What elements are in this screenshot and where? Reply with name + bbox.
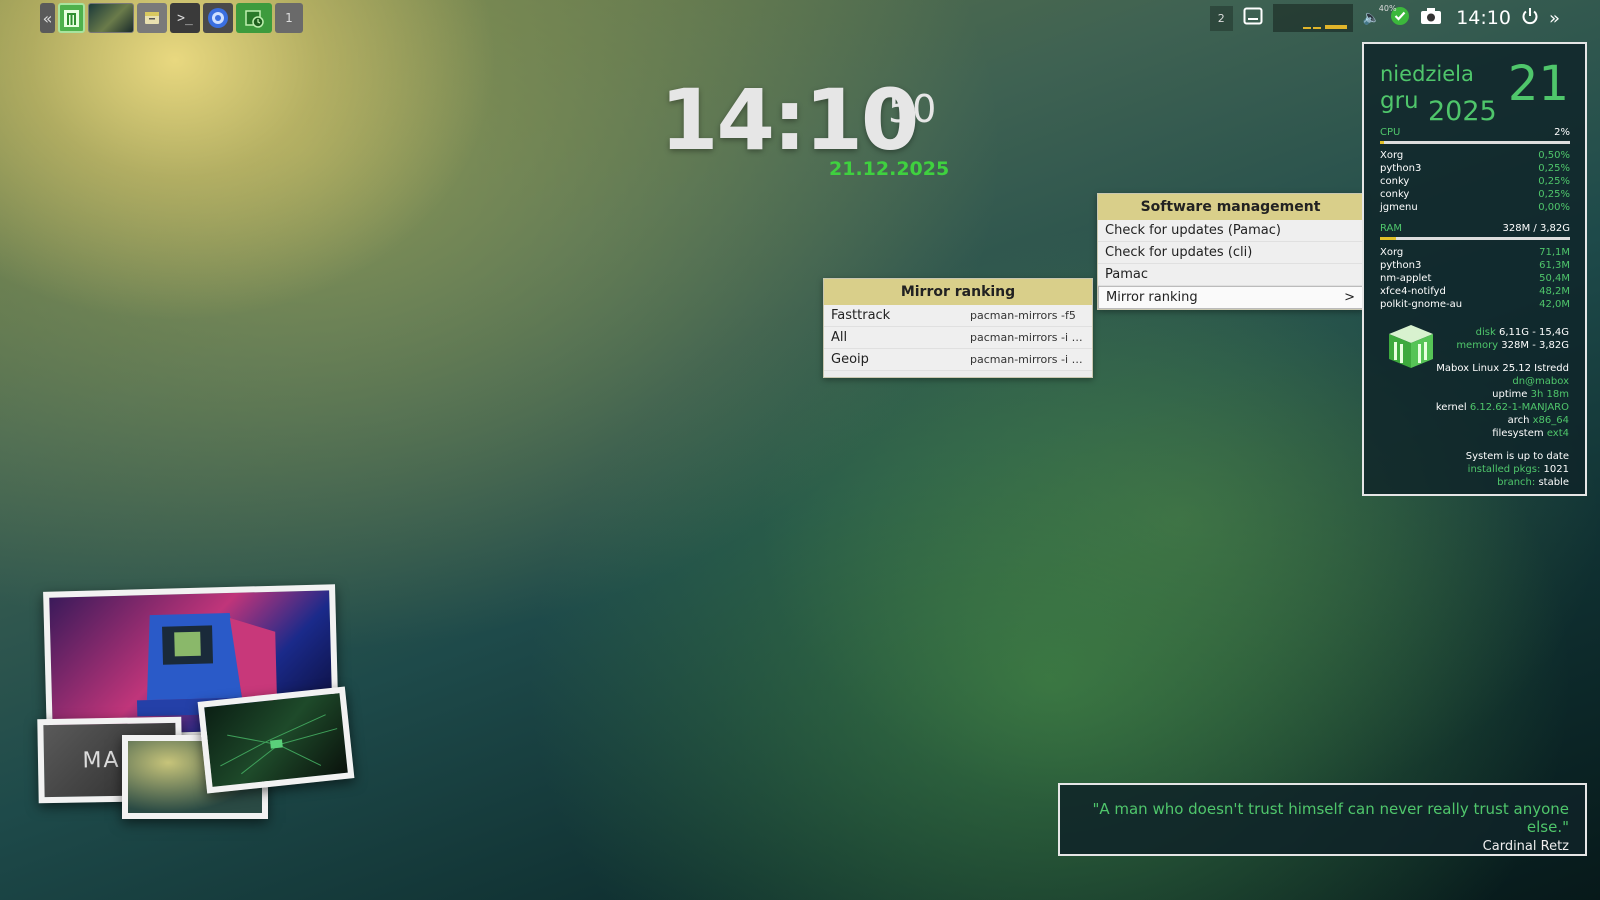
cpu-proc-row: conky 0,25% — [1380, 189, 1570, 200]
conky-year: 2025 — [1428, 96, 1497, 127]
ram-proc-row: Xorg 71,1M — [1380, 247, 1570, 258]
quote-text: "A man who doesn't trust himself can nev… — [1092, 800, 1569, 836]
menu-item-all[interactable]: All pacman-mirrors -i -c all — [824, 327, 1092, 349]
package-manager-icon — [245, 10, 264, 28]
workspace-indicator[interactable]: 1 — [275, 3, 303, 33]
disk-memory-info: disk 6,11G - 15,4G memory 328M - 3,82G — [1456, 327, 1569, 351]
menu-item-check-updates-pamac[interactable]: Check for updates (Pamac) — [1098, 220, 1363, 242]
volume-control[interactable]: 🔈 40% — [1362, 4, 1397, 26]
pamac-launcher[interactable] — [236, 3, 272, 33]
cpu-proc-row: jgmenu 0,00% — [1380, 202, 1570, 213]
conky-day-number: 21 — [1507, 56, 1569, 112]
circuit-pattern-icon — [220, 714, 338, 775]
software-management-menu: Software management Check for updates (P… — [1097, 193, 1364, 310]
mabox-menu-button[interactable] — [58, 3, 85, 33]
collapse-panel-button[interactable]: « — [40, 3, 55, 33]
ram-usage-bar — [1380, 237, 1570, 240]
window-list-icon[interactable] — [1243, 7, 1263, 29]
menu-title: Mirror ranking — [824, 279, 1092, 305]
cpu-header: CPU 2% — [1380, 127, 1570, 138]
screenshot-camera-icon[interactable] — [1420, 7, 1442, 29]
ram-proc-row: nm-applet 50,4M — [1380, 273, 1570, 284]
speaker-icon: 🔈 — [1362, 10, 1381, 26]
conky-system-monitor: niedziela gru 2025 21 CPU 2% Xorg 0,50% py… — [1362, 42, 1587, 496]
net-bar-1 — [1302, 27, 1311, 29]
system-info: Mabox Linux 25.12 Istredd dn@mabox uptim… — [1435, 363, 1569, 439]
submenu-arrow-icon: > — [1344, 290, 1355, 305]
mabox-logo-icon — [64, 9, 79, 27]
terminal-launcher[interactable]: >_ — [170, 3, 200, 33]
terminal-icon: >_ — [177, 10, 193, 26]
desktop-clock-seconds: 50 — [888, 87, 937, 131]
power-icon[interactable] — [1521, 7, 1539, 29]
ram-proc-row: python3 61,3M — [1380, 260, 1570, 271]
folder-icon — [145, 12, 159, 24]
ram-proc-row: xfce4-notifyd 48,2M — [1380, 286, 1570, 297]
mirror-ranking-menu: Mirror ranking Fasttrack pacman-mirrors … — [823, 278, 1093, 378]
top-left-panel: « >_ 1 — [40, 3, 303, 33]
quote-author: Cardinal Retz — [1482, 839, 1569, 854]
cpu-usage-fill — [1380, 141, 1384, 144]
ram-proc-row: polkit-gnome-au 42,0M — [1380, 299, 1570, 310]
conky-day-name: niedziela — [1380, 62, 1474, 86]
net-bar-2 — [1312, 27, 1321, 29]
file-manager-launcher[interactable] — [137, 3, 167, 33]
panel-clock[interactable]: 14:10 — [1456, 7, 1511, 29]
workspace-number: 1 — [285, 11, 293, 25]
menu-title: Software management — [1098, 194, 1363, 220]
menu-item-fasttrack[interactable]: Fasttrack pacman-mirrors -f5 — [824, 305, 1092, 327]
cpu-proc-row: Xorg 0,50% — [1380, 150, 1570, 161]
menu-item-mirror-ranking[interactable]: Mirror ranking > — [1098, 286, 1363, 309]
quote-widget: "A man who doesn't trust himself can nev… — [1058, 783, 1587, 856]
menu-item-geoip[interactable]: Geoip pacman-mirrors -i --g… — [824, 349, 1092, 371]
cpu-usage-bar — [1380, 141, 1570, 144]
conky-month: gru — [1380, 88, 1419, 114]
package-status: System is up to date installed pkgs: 102… — [1465, 451, 1569, 488]
browser-launcher[interactable] — [203, 3, 233, 33]
ram-usage-fill — [1380, 237, 1397, 240]
photo-circuit[interactable] — [197, 686, 355, 794]
mabox-cube-icon — [1386, 322, 1436, 373]
volume-percent: 40% — [1378, 4, 1397, 13]
ram-header: RAM 328M / 3,82G — [1380, 223, 1570, 234]
expand-panel-icon[interactable]: » — [1549, 8, 1560, 29]
net-bar-3 — [1324, 25, 1347, 29]
wallpaper-launcher[interactable] — [88, 3, 134, 33]
cpu-proc-row: conky 0,25% — [1380, 176, 1570, 187]
menu-item-check-updates-cli[interactable]: Check for updates (cli) — [1098, 242, 1363, 264]
desktop-clock-time: 14:10 — [660, 71, 919, 169]
desktop-clock-date: 21.12.2025 — [829, 158, 950, 180]
browser-icon — [208, 8, 228, 28]
network-graph — [1272, 4, 1353, 32]
workspace-count[interactable]: 2 — [1209, 5, 1233, 31]
top-right-panel: 2 🔈 40% 14:10 » — [1209, 0, 1560, 36]
menu-item-pamac[interactable]: Pamac — [1098, 264, 1363, 286]
cpu-proc-row: python3 0,25% — [1380, 163, 1570, 174]
